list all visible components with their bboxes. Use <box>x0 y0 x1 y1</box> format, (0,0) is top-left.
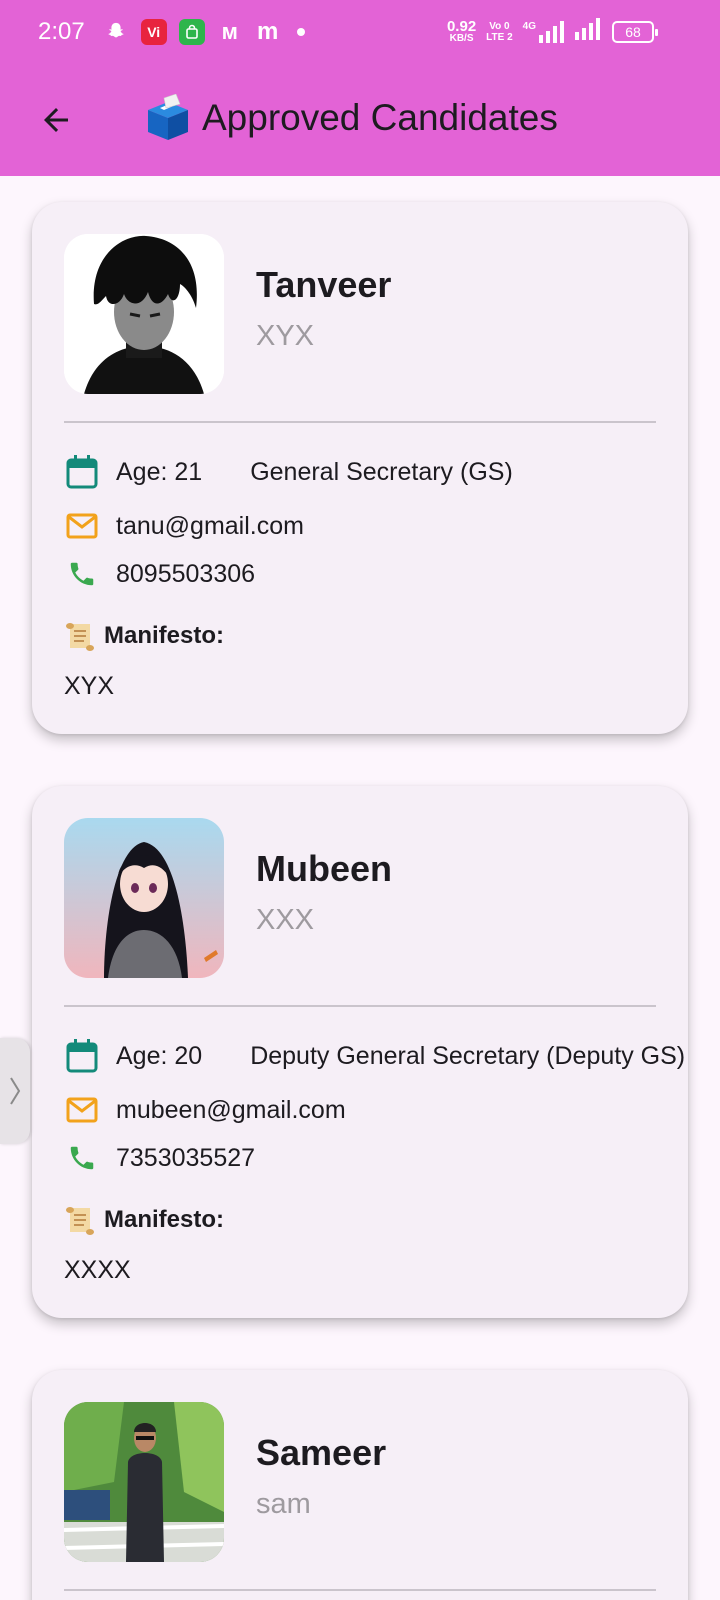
email-row: mubeen@gmail.com <box>64 1092 346 1128</box>
back-button[interactable] <box>34 98 78 142</box>
phone-row: 7353035527 <box>64 1140 255 1176</box>
manifesto-label: Manifesto: <box>104 622 224 649</box>
manifesto-text: XYX <box>64 672 115 700</box>
more-notifications-icon <box>296 28 305 36</box>
title-wrap: Approved Candidates <box>144 88 558 148</box>
ballot-box-icon <box>148 94 188 140</box>
manifesto-text: XXXX <box>64 1256 131 1284</box>
manifesto-label: Manifesto: <box>104 1206 224 1233</box>
shopping-bag-icon <box>178 19 205 45</box>
scroll-icon <box>66 1207 94 1235</box>
candidate-card[interactable]: Mubeen XXX Age: 20 Deputy General Secret… <box>32 786 688 1318</box>
m-app-icon: ᴍ <box>221 19 238 44</box>
manifesto-heading: Manifesto: <box>64 1204 224 1236</box>
status-time: 2:07 <box>38 18 85 45</box>
candidate-card[interactable]: Tanveer XYX Age: 21 General Secretary (G… <box>32 202 688 734</box>
chevron-right-icon <box>10 1077 21 1105</box>
candidate-name: Tanveer <box>256 264 392 305</box>
candidate-phone[interactable]: 7353035527 <box>116 1144 255 1173</box>
candidate-avatar <box>64 1402 224 1562</box>
phone-icon <box>64 556 100 592</box>
divider <box>64 1589 656 1591</box>
side-panel-handle[interactable] <box>0 1038 30 1144</box>
candidate-age: Age: 20 <box>116 1041 203 1070</box>
candidate-avatar <box>64 234 224 394</box>
signal-bars-icon <box>574 18 602 45</box>
battery-icon: 68 <box>612 20 658 43</box>
candidate-age: Age: 21 <box>116 457 203 486</box>
top-bar: 2:07 Vi ᴍ m 0.92 KB/S Vo 0 LTE 2 4G 68 A… <box>0 0 720 176</box>
network-speed: 0.92 KB/S <box>446 18 477 44</box>
candidate-card[interactable]: Sameer sam <box>32 1370 688 1600</box>
volte-indicator: Vo 0 LTE 2 <box>486 20 513 43</box>
m-outline-app-icon: m <box>257 18 279 45</box>
candidate-name: Mubeen <box>256 848 393 889</box>
manifesto-heading: Manifesto: <box>64 620 224 652</box>
status-bar: 2:07 Vi ᴍ m 0.92 KB/S Vo 0 LTE 2 4G 68 <box>0 0 720 64</box>
divider <box>64 1005 656 1007</box>
signal-4g-icon: 4G <box>523 20 564 43</box>
candidate-nickname: sam <box>256 1488 311 1520</box>
candidate-nickname: XXX <box>256 904 315 936</box>
candidate-position: Deputy General Secretary (Deputy GS) <box>250 1041 686 1070</box>
snapchat-icon <box>103 19 129 45</box>
candidate-position: General Secretary (GS) <box>250 457 513 486</box>
status-right: 0.92 KB/S Vo 0 LTE 2 4G 68 <box>446 18 658 45</box>
age-row: Age: 21 General Secretary (GS) <box>64 454 513 490</box>
scroll-icon <box>66 623 94 651</box>
arrow-left-icon <box>44 108 68 132</box>
candidate-nickname: XYX <box>256 320 315 352</box>
candidate-name: Sameer <box>256 1432 387 1473</box>
candidate-phone[interactable]: 8095503306 <box>116 560 255 589</box>
vi-app-icon: Vi <box>140 19 167 45</box>
app-bar: Approved Candidates <box>0 64 720 176</box>
battery-level: 68 <box>625 23 641 40</box>
calendar-icon <box>64 1038 100 1074</box>
page-title: Approved Candidates <box>202 97 558 138</box>
phone-icon <box>64 1140 100 1176</box>
email-row: tanu@gmail.com <box>64 508 304 544</box>
mail-icon <box>64 1092 100 1128</box>
candidate-avatar <box>64 818 224 978</box>
candidate-email[interactable]: tanu@gmail.com <box>116 512 304 541</box>
mail-icon <box>64 508 100 544</box>
candidate-email[interactable]: mubeen@gmail.com <box>116 1096 346 1125</box>
divider <box>64 421 656 423</box>
calendar-icon <box>64 454 100 490</box>
age-row: Age: 20 Deputy General Secretary (Deputy… <box>64 1038 685 1074</box>
phone-row: 8095503306 <box>64 556 255 592</box>
